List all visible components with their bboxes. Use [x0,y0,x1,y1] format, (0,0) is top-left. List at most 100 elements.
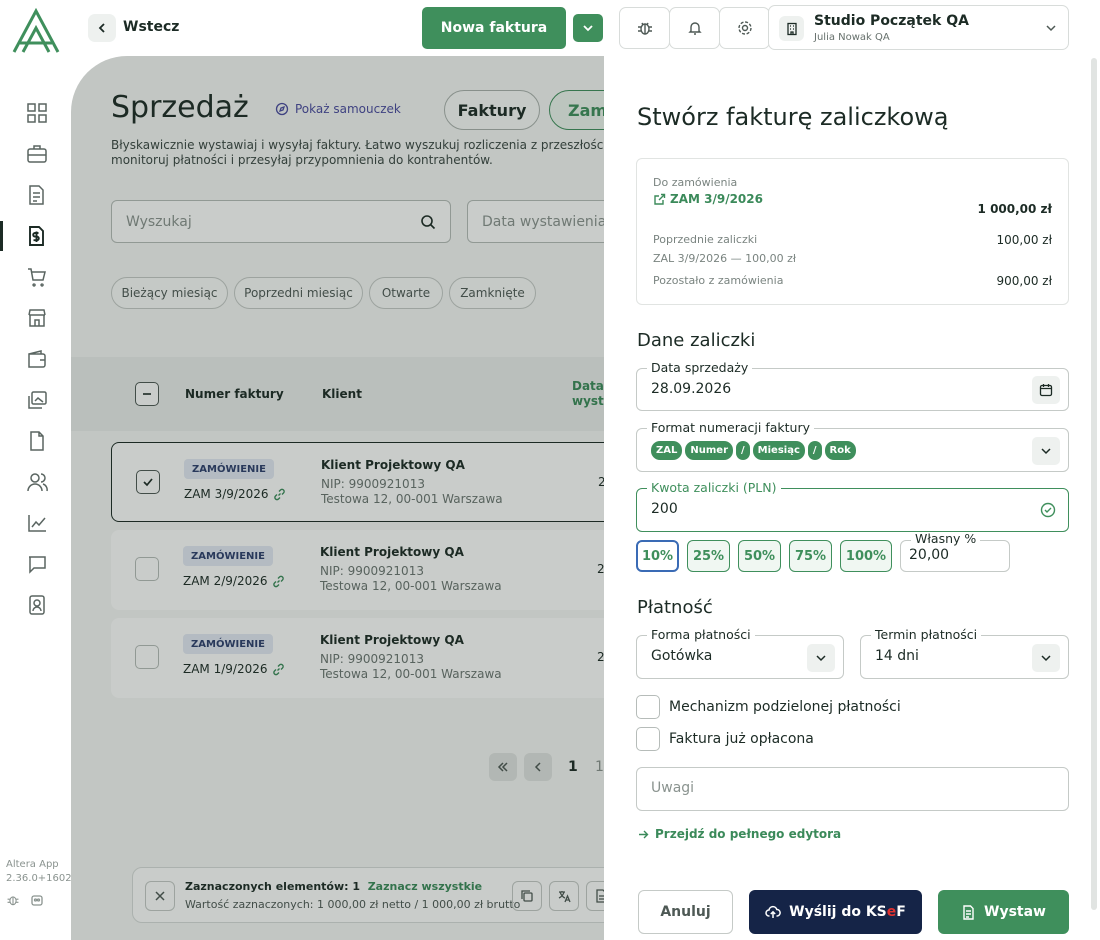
store-icon [28,309,46,327]
sidebar-item-12[interactable] [25,593,49,617]
order-link[interactable]: ZAM 3/9/2026 [653,192,763,206]
new-invoice-button[interactable]: Nowa faktura [422,7,566,49]
percent-button[interactable]: 50% [738,540,781,572]
percent-button[interactable]: 100% [840,540,892,572]
cart-icon [28,268,46,287]
wallet-icon [28,350,46,368]
numbering-tokens: ZAL Numer / Miesiąc / Rok [651,441,856,460]
dashboard-icon [27,103,47,123]
percent-button[interactable]: 10% [636,540,679,572]
sidebar-item-2[interactable] [25,183,49,207]
numbering-token: / [736,441,750,460]
robot-icon[interactable] [30,893,44,907]
dollar-document-icon [29,226,44,246]
sidebar-item-0[interactable] [25,101,49,125]
notes-input[interactable]: Uwagi [636,767,1069,811]
drawer-title: Stwórz fakturę zaliczkową [637,103,949,131]
document-list-icon [29,185,44,205]
chat-icon [29,556,46,574]
invoice-icon [963,904,974,920]
already-paid-checkbox[interactable] [636,727,660,751]
chevron-down-icon [583,25,593,32]
percent-button[interactable]: 75% [789,540,832,572]
sidebar-item-6[interactable] [25,347,49,371]
new-invoice-dropdown-button[interactable] [573,14,603,42]
version-name: Altera App [6,859,59,870]
payment-method-select[interactable]: Forma płatności Gotówka [636,628,844,679]
ksef-logo-f: F [896,904,906,920]
already-paid-option[interactable]: Faktura już opłacona [636,727,814,751]
payment-term-select[interactable]: Termin płatności 14 dni [860,628,1069,679]
order-value: 1 000,00 zł [977,202,1052,216]
sidebar-item-9[interactable] [25,470,49,494]
settings-button[interactable] [719,7,770,49]
company-name: Studio Początek QA [814,13,969,29]
custom-percent-field[interactable]: Własny % 20,00 [900,532,1010,572]
bug-report-button[interactable] [619,7,670,49]
issue-button[interactable]: Wystaw [938,890,1069,934]
order-summary: Do zamówienia ZAM 3/9/2026 1 000,00 zł P… [636,158,1069,305]
app-logo[interactable] [10,7,62,54]
numbering-format-label: Format numeracji faktury [647,421,814,435]
full-editor-label: Przejdź do pełnego edytora [655,827,842,841]
payment-term-value: 14 dni [875,648,919,664]
advance-amount-field[interactable]: Kwota zaliczki (PLN) 200 [636,481,1069,532]
check-circle-icon [1040,502,1056,518]
calendar-icon [1039,384,1053,397]
calendar-button[interactable] [1032,376,1060,404]
sidebar-item-7[interactable] [25,388,49,412]
modal-backdrop[interactable] [71,56,611,940]
split-payment-option[interactable]: Mechanizm podzielonej płatności [636,695,901,719]
advance-amount-label: Kwota zaliczki (PLN) [647,481,781,495]
percent-button[interactable]: 25% [687,540,730,572]
split-payment-checkbox[interactable] [636,695,660,719]
external-link-icon [654,193,666,205]
notifications-button[interactable] [669,7,720,49]
numbering-token: Rok [824,441,856,460]
version-number: 2.36.0+1602 [6,873,72,884]
custom-percent-label: Własny % [911,532,981,546]
sale-date-field[interactable]: Data sprzedaży 28.09.2026 [636,361,1069,411]
payment-method-value: Gotówka [651,648,713,664]
ksef-label: Wyślij do KSeF [789,904,906,920]
sidebar-item-1[interactable] [25,142,49,166]
back-label[interactable]: Wstecz [123,19,179,35]
prev-advances-value: 100,00 zł [996,233,1052,247]
sidebar-item-10[interactable] [25,511,49,535]
chevron-down-icon [1041,655,1051,662]
split-payment-label: Mechanizm podzielonej płatności [669,699,901,715]
cancel-button[interactable]: Anuluj [638,890,733,934]
payment-term-dropdown[interactable] [1032,644,1060,672]
advance-amount-value: 200 [651,501,678,517]
sidebar-item-8[interactable] [25,429,49,453]
payment-method-label: Forma płatności [647,628,755,642]
sidebar-item-5[interactable] [25,306,49,330]
sidebar-item-3[interactable] [25,224,49,248]
nav-active-indicator [0,221,3,251]
photos-icon [28,391,47,409]
full-editor-link[interactable]: Przejdź do pełnego edytora [638,827,841,841]
drawer-scrollbar[interactable] [1091,58,1097,910]
prev-advances-label: Poprzednie zaliczki [653,233,758,246]
sale-date-label: Data sprzedaży [647,361,753,375]
already-paid-label: Faktura już opłacona [669,731,814,747]
back-button[interactable] [88,14,116,42]
sidebar-item-11[interactable] [25,552,49,576]
numbering-format-field[interactable]: Format numeracji faktury ZAL Numer / Miesią… [636,421,1069,472]
ksef-logo-e: e [886,904,897,920]
prev-advances-detail: ZAL 3/9/2026 — 100,00 zł [653,252,796,265]
notes-placeholder: Uwagi [651,780,695,796]
company-switcher[interactable]: Studio Początek QA Julia Nowak QA [768,5,1069,50]
order-label: Do zamówienia [653,176,738,189]
users-icon [27,473,48,492]
numbering-dropdown-button[interactable] [1032,437,1060,465]
sidebar-item-4[interactable] [25,265,49,289]
gear-icon [737,21,752,35]
send-to-ksef-button[interactable]: Wyślij do KSeF [749,890,922,934]
payment-method-dropdown[interactable] [807,644,835,672]
bug-icon[interactable] [6,893,20,907]
advance-section-title: Dane zaliczki [637,330,756,351]
chevron-down-icon [1046,25,1056,32]
payment-term-label: Termin płatności [871,628,982,642]
remaining-label: Pozostało z zamówienia [653,274,784,287]
